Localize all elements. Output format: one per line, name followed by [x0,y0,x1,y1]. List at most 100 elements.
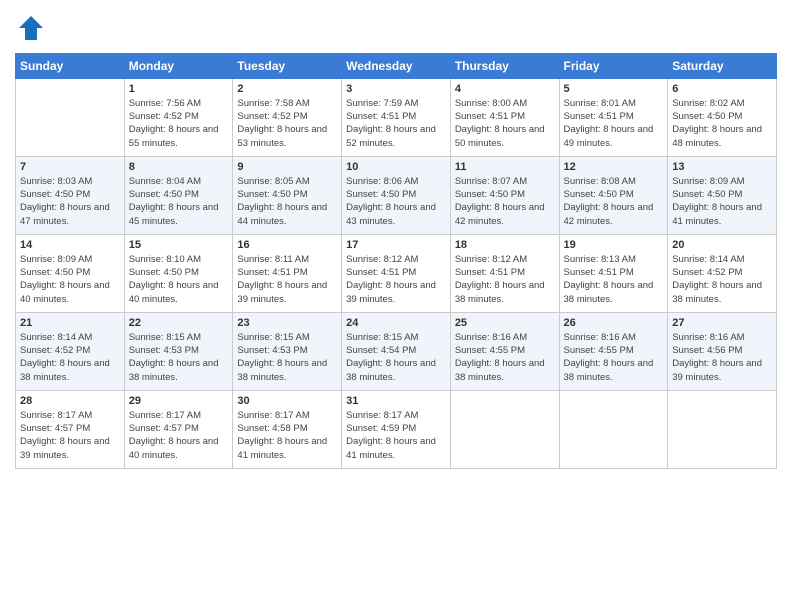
calendar-cell: 2 Sunrise: 7:58 AMSunset: 4:52 PMDaylight… [233,78,342,156]
calendar-cell: 26 Sunrise: 8:16 AMSunset: 4:55 PMDayligh… [559,312,668,390]
calendar-cell: 3Sunrise: 7:59 AMSunset: 4:51 PMDaylight… [342,78,451,156]
day-info: Sunrise: 8:06 AMSunset: 4:50 PMDaylight:… [346,175,446,228]
day-number: 20 [672,239,772,251]
day-info: Sunrise: 8:17 AMSunset: 4:58 PMDaylight:… [237,409,337,462]
calendar-week-row: 28Sunrise: 8:17 AMSunset: 4:57 PMDayligh… [16,390,777,468]
weekday-header: Monday [124,53,233,78]
day-number: 4 [455,83,555,95]
day-info: Sunrise: 8:03 AMSunset: 4:50 PMDaylight:… [20,175,120,228]
calendar-cell: 28Sunrise: 8:17 AMSunset: 4:57 PMDayligh… [16,390,125,468]
calendar-cell: 10Sunrise: 8:06 AMSunset: 4:50 PMDayligh… [342,156,451,234]
calendar-cell: 14 Sunrise: 8:09 AMSunset: 4:50 PMDayligh… [16,234,125,312]
day-info: Sunrise: 8:09 AMSunset: 4:50 PMDaylight:… [672,175,772,228]
weekday-header: Thursday [450,53,559,78]
day-number: 9 [237,161,337,173]
day-number: 14 [20,239,120,251]
day-info: Sunrise: 7:56 AMSunset: 4:52 PMDaylight:… [129,97,229,150]
day-info: Sunrise: 8:09 AMSunset: 4:50 PMDaylight:… [20,253,120,306]
day-info: Sunrise: 8:12 AMSunset: 4:51 PMDaylight:… [455,253,555,306]
weekday-header: Saturday [668,53,777,78]
day-number: 2 [237,83,337,95]
day-info: Sunrise: 8:17 AMSunset: 4:57 PMDaylight:… [20,409,120,462]
logo [15,14,45,47]
day-number: 22 [129,317,229,329]
day-number: 26 [564,317,664,329]
calendar-cell: 20 Sunrise: 8:14 AMSunset: 4:52 PMDayligh… [668,234,777,312]
day-info: Sunrise: 8:01 AMSunset: 4:51 PMDaylight:… [564,97,664,150]
calendar-cell: 16Sunrise: 8:11 AMSunset: 4:51 PMDayligh… [233,234,342,312]
day-number: 5 [564,83,664,95]
calendar-cell: 31 Sunrise: 8:17 AMSunset: 4:59 PMDayligh… [342,390,451,468]
day-number: 7 [20,161,120,173]
day-info: Sunrise: 8:17 AMSunset: 4:59 PMDaylight:… [346,409,446,462]
calendar-cell: 6 Sunrise: 8:02 AMSunset: 4:50 PMDaylight… [668,78,777,156]
day-info: Sunrise: 8:08 AMSunset: 4:50 PMDaylight:… [564,175,664,228]
calendar-cell [668,390,777,468]
calendar-table: SundayMondayTuesdayWednesdayThursdayFrid… [15,53,777,469]
calendar-cell: 4 Sunrise: 8:00 AMSunset: 4:51 PMDaylight… [450,78,559,156]
day-info: Sunrise: 8:16 AMSunset: 4:56 PMDaylight:… [672,331,772,384]
calendar-cell: 7 Sunrise: 8:03 AMSunset: 4:50 PMDaylight… [16,156,125,234]
day-info: Sunrise: 8:13 AMSunset: 4:51 PMDaylight:… [564,253,664,306]
weekday-header-row: SundayMondayTuesdayWednesdayThursdayFrid… [16,53,777,78]
calendar-cell: 15 Sunrise: 8:10 AMSunset: 4:50 PMDayligh… [124,234,233,312]
day-number: 12 [564,161,664,173]
calendar-cell: 9 Sunrise: 8:05 AMSunset: 4:50 PMDaylight… [233,156,342,234]
day-number: 25 [455,317,555,329]
day-number: 17 [346,239,446,251]
calendar-cell: 11 Sunrise: 8:07 AMSunset: 4:50 PMDayligh… [450,156,559,234]
weekday-header: Sunday [16,53,125,78]
page-container: SundayMondayTuesdayWednesdayThursdayFrid… [0,0,792,479]
calendar-cell: 29 Sunrise: 8:17 AMSunset: 4:57 PMDayligh… [124,390,233,468]
weekday-header: Friday [559,53,668,78]
day-number: 24 [346,317,446,329]
calendar-cell: 13 Sunrise: 8:09 AMSunset: 4:50 PMDayligh… [668,156,777,234]
logo-icon [17,14,45,42]
day-info: Sunrise: 8:02 AMSunset: 4:50 PMDaylight:… [672,97,772,150]
day-info: Sunrise: 8:14 AMSunset: 4:52 PMDaylight:… [672,253,772,306]
day-number: 30 [237,395,337,407]
weekday-header: Wednesday [342,53,451,78]
calendar-week-row: 7 Sunrise: 8:03 AMSunset: 4:50 PMDaylight… [16,156,777,234]
calendar-cell: 27 Sunrise: 8:16 AMSunset: 4:56 PMDayligh… [668,312,777,390]
calendar-cell: 19Sunrise: 8:13 AMSunset: 4:51 PMDayligh… [559,234,668,312]
calendar-cell: 5 Sunrise: 8:01 AMSunset: 4:51 PMDaylight… [559,78,668,156]
calendar-cell [16,78,125,156]
day-number: 8 [129,161,229,173]
day-number: 27 [672,317,772,329]
calendar-cell: 1 Sunrise: 7:56 AMSunset: 4:52 PMDaylight… [124,78,233,156]
calendar-cell: 30 Sunrise: 8:17 AMSunset: 4:58 PMDayligh… [233,390,342,468]
day-number: 11 [455,161,555,173]
day-info: Sunrise: 7:58 AMSunset: 4:52 PMDaylight:… [237,97,337,150]
day-info: Sunrise: 8:00 AMSunset: 4:51 PMDaylight:… [455,97,555,150]
day-info: Sunrise: 8:11 AMSunset: 4:51 PMDaylight:… [237,253,337,306]
day-number: 1 [129,83,229,95]
day-info: Sunrise: 8:16 AMSunset: 4:55 PMDaylight:… [455,331,555,384]
day-info: Sunrise: 8:10 AMSunset: 4:50 PMDaylight:… [129,253,229,306]
calendar-cell: 24Sunrise: 8:15 AMSunset: 4:54 PMDayligh… [342,312,451,390]
day-info: Sunrise: 8:12 AMSunset: 4:51 PMDaylight:… [346,253,446,306]
day-info: Sunrise: 8:05 AMSunset: 4:50 PMDaylight:… [237,175,337,228]
calendar-cell: 8 Sunrise: 8:04 AMSunset: 4:50 PMDaylight… [124,156,233,234]
calendar-cell: 18Sunrise: 8:12 AMSunset: 4:51 PMDayligh… [450,234,559,312]
calendar-cell: 23Sunrise: 8:15 AMSunset: 4:53 PMDayligh… [233,312,342,390]
day-number: 15 [129,239,229,251]
calendar-cell: 21Sunrise: 8:14 AMSunset: 4:52 PMDayligh… [16,312,125,390]
day-info: Sunrise: 8:17 AMSunset: 4:57 PMDaylight:… [129,409,229,462]
calendar-cell: 17 Sunrise: 8:12 AMSunset: 4:51 PMDayligh… [342,234,451,312]
day-info: Sunrise: 8:04 AMSunset: 4:50 PMDaylight:… [129,175,229,228]
day-number: 6 [672,83,772,95]
day-info: Sunrise: 8:07 AMSunset: 4:50 PMDaylight:… [455,175,555,228]
day-info: Sunrise: 8:16 AMSunset: 4:55 PMDaylight:… [564,331,664,384]
day-number: 31 [346,395,446,407]
calendar-week-row: 1 Sunrise: 7:56 AMSunset: 4:52 PMDaylight… [16,78,777,156]
calendar-cell [450,390,559,468]
day-info: Sunrise: 8:14 AMSunset: 4:52 PMDaylight:… [20,331,120,384]
calendar-week-row: 21Sunrise: 8:14 AMSunset: 4:52 PMDayligh… [16,312,777,390]
day-number: 23 [237,317,337,329]
calendar-week-row: 14 Sunrise: 8:09 AMSunset: 4:50 PMDayligh… [16,234,777,312]
day-info: Sunrise: 8:15 AMSunset: 4:53 PMDaylight:… [129,331,229,384]
day-info: Sunrise: 7:59 AMSunset: 4:51 PMDaylight:… [346,97,446,150]
day-number: 29 [129,395,229,407]
day-number: 13 [672,161,772,173]
